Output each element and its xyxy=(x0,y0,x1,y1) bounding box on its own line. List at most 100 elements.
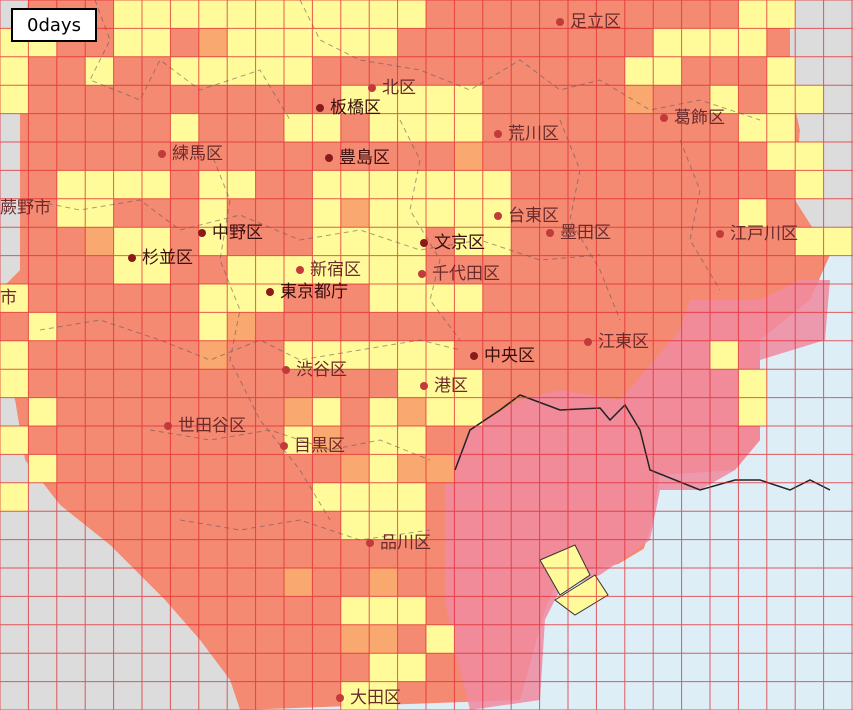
low-risk-cell xyxy=(710,28,739,57)
low-risk-cell xyxy=(142,28,171,57)
ward-label[interactable]: 渋谷区 xyxy=(282,362,347,379)
low-risk-cell xyxy=(795,142,824,171)
ward-label[interactable]: 中央区 xyxy=(470,348,535,365)
low-risk-cell xyxy=(0,85,29,114)
ward-name: 板橋区 xyxy=(330,98,381,118)
low-risk-cell xyxy=(369,170,398,199)
ward-label[interactable]: 練馬区 xyxy=(158,146,223,163)
low-risk-cell xyxy=(227,170,256,199)
low-risk-cell xyxy=(340,482,370,512)
ward-marker-icon xyxy=(470,352,478,360)
mid-risk-cell xyxy=(284,397,313,426)
low-risk-cell xyxy=(198,312,228,341)
ward-label[interactable]: 港区 xyxy=(420,378,468,395)
low-risk-cell xyxy=(369,454,398,483)
low-risk-cell xyxy=(738,28,767,57)
ward-label[interactable]: 板橋区 xyxy=(316,100,381,117)
ward-name: 港区 xyxy=(434,376,468,396)
mid-risk-cell xyxy=(85,227,114,256)
ward-label[interactable]: 北区 xyxy=(368,80,416,97)
low-risk-cell xyxy=(426,113,455,142)
ward-label[interactable]: 江戸川区 xyxy=(716,226,798,243)
ward-label[interactable]: 目黒区 xyxy=(280,438,345,455)
ward-label[interactable]: 墨田区 xyxy=(546,225,611,242)
ward-label[interactable]: 大田区 xyxy=(336,690,401,707)
low-risk-cell xyxy=(653,56,682,86)
ward-label[interactable]: 新宿区 xyxy=(296,262,361,279)
low-risk-cell xyxy=(0,482,29,512)
mid-risk-cell xyxy=(284,568,313,597)
low-risk-cell xyxy=(0,426,29,455)
low-risk-cell xyxy=(369,0,398,29)
low-risk-cell xyxy=(454,113,483,142)
low-risk-cell xyxy=(482,170,512,199)
ward-marker-icon xyxy=(282,366,290,374)
hazard-map[interactable]: 0days 足立区 北区 板橋区 荒川区 葛飾区 練馬区 豊島区 中野区 台東区 文京区 墨田区 江戸… xyxy=(0,0,853,710)
low-risk-cell xyxy=(710,340,739,370)
ward-label[interactable]: 台東区 xyxy=(494,208,559,225)
low-risk-cell xyxy=(284,56,313,86)
ward-name: 品川区 xyxy=(380,533,431,553)
low-risk-cell xyxy=(369,227,398,256)
low-risk-cell xyxy=(28,397,57,426)
low-risk-cell xyxy=(340,0,370,29)
ward-label[interactable]: 中野区 xyxy=(198,225,263,242)
ward-label[interactable]: 千代田区 xyxy=(418,266,500,283)
ward-marker-icon xyxy=(546,229,554,237)
ward-name: 世田谷区 xyxy=(178,416,246,436)
ward-label[interactable]: 荒川区 xyxy=(494,126,559,143)
low-risk-cell xyxy=(653,28,682,57)
low-risk-cell xyxy=(766,0,796,29)
low-risk-cell xyxy=(28,312,57,341)
low-risk-cell xyxy=(255,56,284,86)
low-risk-cell xyxy=(738,113,767,142)
ward-label[interactable]: 豊島区 xyxy=(325,150,390,167)
ward-marker-icon xyxy=(158,150,166,158)
ward-label[interactable]: 東京都庁 xyxy=(266,284,348,301)
ward-name: 江東区 xyxy=(598,332,649,352)
low-risk-cell xyxy=(227,56,256,86)
ward-name: 渋谷区 xyxy=(296,360,347,380)
low-risk-cell xyxy=(766,85,796,114)
low-risk-cell xyxy=(340,511,370,540)
low-risk-cell xyxy=(426,624,455,654)
low-risk-cell xyxy=(198,0,228,29)
mid-risk-cell xyxy=(340,624,370,654)
ward-label[interactable]: 江東区 xyxy=(584,334,649,351)
low-risk-cell xyxy=(454,198,483,228)
ward-name: 江戸川区 xyxy=(730,224,798,244)
ward-label[interactable]: 世田谷区 xyxy=(164,418,246,435)
ward-marker-icon xyxy=(494,130,502,138)
ward-label[interactable]: 文京区 xyxy=(420,235,485,252)
ward-name: 墨田区 xyxy=(560,223,611,243)
low-risk-cell xyxy=(369,482,398,512)
low-risk-cell xyxy=(369,426,398,455)
low-risk-cell xyxy=(397,340,426,370)
ward-label[interactable]: 足立区 xyxy=(556,14,621,31)
ward-marker-icon xyxy=(325,154,333,162)
low-risk-cell xyxy=(369,596,398,625)
ward-name: 中央区 xyxy=(484,346,535,366)
ward-label[interactable]: 市 xyxy=(0,290,17,307)
low-risk-cell xyxy=(397,482,426,512)
ward-marker-icon xyxy=(420,382,428,390)
ward-label[interactable]: 葛飾区 xyxy=(660,110,725,127)
ward-marker-icon xyxy=(198,229,206,237)
low-risk-cell xyxy=(738,0,767,29)
ward-label[interactable]: 品川区 xyxy=(366,535,431,552)
ward-marker-icon xyxy=(336,694,344,702)
low-risk-cell xyxy=(795,85,824,114)
low-risk-cell xyxy=(795,170,824,199)
low-risk-cell xyxy=(0,56,29,86)
low-risk-cell xyxy=(681,28,710,57)
low-risk-cell xyxy=(397,113,426,142)
ward-label[interactable]: 蕨野市 xyxy=(0,200,51,217)
low-risk-cell xyxy=(312,170,341,199)
low-risk-cell xyxy=(85,198,114,228)
mid-risk-cell xyxy=(198,28,228,57)
low-risk-cell xyxy=(142,0,171,29)
low-risk-cell xyxy=(340,596,370,625)
low-risk-cell xyxy=(170,113,199,142)
ward-label[interactable]: 杉並区 xyxy=(128,250,193,267)
mid-risk-cell xyxy=(369,624,398,654)
